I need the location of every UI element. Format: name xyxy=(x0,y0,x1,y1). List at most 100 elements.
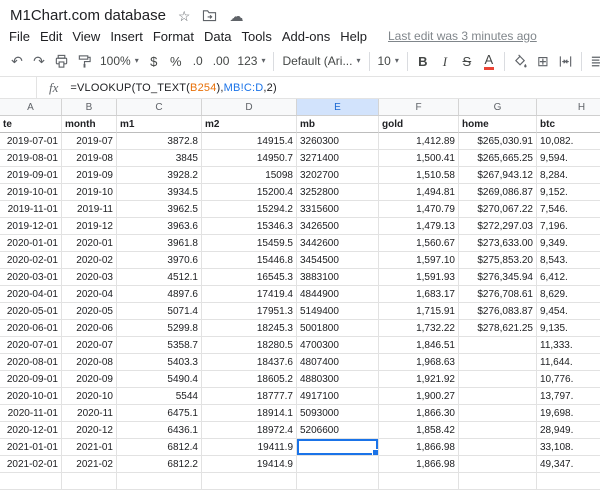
cell[interactable]: gold xyxy=(379,116,459,133)
cell[interactable]: 2019-12-01 xyxy=(0,218,62,235)
cell[interactable]: 19411.9 xyxy=(202,439,297,456)
cell[interactable]: $273,633.00 xyxy=(459,235,537,252)
cell[interactable]: 5403.3 xyxy=(117,354,202,371)
redo-button[interactable]: ↷ xyxy=(29,49,49,73)
cell[interactable]: 4512.1 xyxy=(117,269,202,286)
name-box[interactable] xyxy=(0,77,36,98)
more-formats-select[interactable]: 123▾ xyxy=(234,49,268,73)
cell[interactable]: 2020-02 xyxy=(62,252,117,269)
cell[interactable]: 2020-03-01 xyxy=(0,269,62,286)
cell[interactable]: m1 xyxy=(117,116,202,133)
cell[interactable]: 5206600 xyxy=(297,422,379,439)
cell[interactable] xyxy=(459,422,537,439)
cell[interactable]: 2021-01 xyxy=(62,439,117,456)
cell[interactable]: 2019-08-01 xyxy=(0,150,62,167)
undo-button[interactable]: ↶ xyxy=(7,49,27,73)
fill-color-button[interactable] xyxy=(510,49,531,73)
cell[interactable]: 10,082. xyxy=(537,133,600,150)
cell[interactable] xyxy=(62,473,117,490)
cell[interactable]: 5001800 xyxy=(297,320,379,337)
cell[interactable]: 9,135. xyxy=(537,320,600,337)
cell[interactable]: 2020-02-01 xyxy=(0,252,62,269)
cell[interactable]: 15346.3 xyxy=(202,218,297,235)
last-edit-link[interactable]: Last edit was 3 minutes ago xyxy=(388,29,537,43)
cell[interactable]: 3426500 xyxy=(297,218,379,235)
cell[interactable] xyxy=(297,456,379,473)
cell[interactable]: 1,732.22 xyxy=(379,320,459,337)
cell[interactable]: 1,968.63 xyxy=(379,354,459,371)
cell[interactable]: 15294.2 xyxy=(202,201,297,218)
cell[interactable]: 15459.5 xyxy=(202,235,297,252)
cell[interactable]: 18777.7 xyxy=(202,388,297,405)
cell[interactable] xyxy=(459,473,537,490)
cell[interactable] xyxy=(0,473,62,490)
cell[interactable]: 3845 xyxy=(117,150,202,167)
cell[interactable]: 4880300 xyxy=(297,371,379,388)
cell[interactable]: 1,866.30 xyxy=(379,405,459,422)
cell[interactable]: 9,152. xyxy=(537,184,600,201)
strikethrough-button[interactable]: S xyxy=(457,49,477,73)
column-header-A[interactable]: A xyxy=(0,99,62,115)
cell[interactable]: 13,797. xyxy=(537,388,600,405)
cell[interactable]: 18245.3 xyxy=(202,320,297,337)
move-icon[interactable] xyxy=(202,9,217,22)
cell[interactable]: 8,629. xyxy=(537,286,600,303)
cell[interactable]: 10,776. xyxy=(537,371,600,388)
cell[interactable]: 18437.6 xyxy=(202,354,297,371)
cell[interactable]: 11,644. xyxy=(537,354,600,371)
cell[interactable]: 4844900 xyxy=(297,286,379,303)
cell[interactable] xyxy=(379,473,459,490)
cell[interactable]: 1,479.13 xyxy=(379,218,459,235)
cell[interactable]: 1,560.67 xyxy=(379,235,459,252)
column-header-H[interactable]: H xyxy=(537,99,600,115)
cell[interactable] xyxy=(459,405,537,422)
cell[interactable] xyxy=(459,388,537,405)
cell[interactable] xyxy=(459,354,537,371)
format-as-currency-button[interactable]: $ xyxy=(144,49,164,73)
cell[interactable]: 9,594. xyxy=(537,150,600,167)
cell[interactable]: te xyxy=(0,116,62,133)
cell[interactable]: 2020-10-01 xyxy=(0,388,62,405)
cell[interactable]: 2020-01 xyxy=(62,235,117,252)
cell[interactable]: 3442600 xyxy=(297,235,379,252)
cell[interactable]: 3961.8 xyxy=(117,235,202,252)
cell[interactable]: 5071.4 xyxy=(117,303,202,320)
cell[interactable]: 2021-02-01 xyxy=(0,456,62,473)
cell[interactable]: 2020-06-01 xyxy=(0,320,62,337)
cell[interactable]: 18280.5 xyxy=(202,337,297,354)
star-icon[interactable]: ☆ xyxy=(178,9,191,23)
menu-format[interactable]: Format xyxy=(148,28,199,45)
cell[interactable]: 2020-08-01 xyxy=(0,354,62,371)
cell[interactable]: 1,591.93 xyxy=(379,269,459,286)
cell[interactable]: $278,621.25 xyxy=(459,320,537,337)
cell[interactable]: 2020-04 xyxy=(62,286,117,303)
font-size-select[interactable]: 10▾ xyxy=(375,49,402,73)
cell[interactable]: 5093000 xyxy=(297,405,379,422)
column-header-G[interactable]: G xyxy=(459,99,537,115)
cell[interactable]: 7,546. xyxy=(537,201,600,218)
cell[interactable]: 2019-07 xyxy=(62,133,117,150)
cell[interactable]: 9,454. xyxy=(537,303,600,320)
cell[interactable]: home xyxy=(459,116,537,133)
cell[interactable] xyxy=(297,473,379,490)
cell[interactable]: 3970.6 xyxy=(117,252,202,269)
cell[interactable]: 6812.2 xyxy=(117,456,202,473)
cell[interactable]: 9,349. xyxy=(537,235,600,252)
cell[interactable]: 2020-10 xyxy=(62,388,117,405)
cell[interactable]: 3962.5 xyxy=(117,201,202,218)
cell[interactable]: 3963.6 xyxy=(117,218,202,235)
cell[interactable]: 2020-08 xyxy=(62,354,117,371)
cell[interactable]: 17951.3 xyxy=(202,303,297,320)
cell[interactable]: m2 xyxy=(202,116,297,133)
cell[interactable]: 6,412. xyxy=(537,269,600,286)
cell[interactable] xyxy=(117,473,202,490)
cell[interactable]: 4700300 xyxy=(297,337,379,354)
cell[interactable]: 5490.4 xyxy=(117,371,202,388)
cell[interactable]: 2019-08 xyxy=(62,150,117,167)
cell[interactable]: 3883100 xyxy=(297,269,379,286)
cell[interactable]: 14950.7 xyxy=(202,150,297,167)
horizontal-align-select[interactable]: ▾ xyxy=(587,49,600,73)
menu-help[interactable]: Help xyxy=(335,28,372,45)
cell[interactable]: 28,949. xyxy=(537,422,600,439)
cell[interactable]: 8,543. xyxy=(537,252,600,269)
